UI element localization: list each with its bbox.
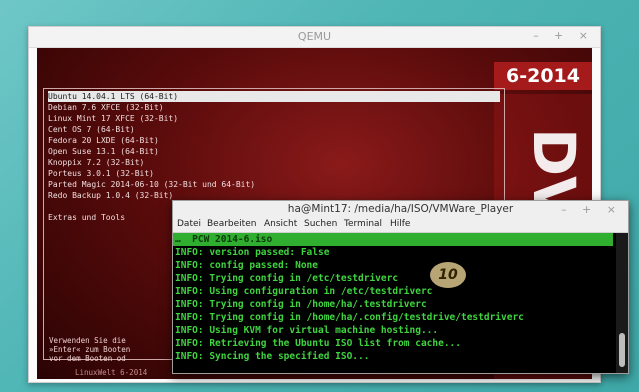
boot-item-debian[interactable]: Debian 7.6 XFCE (32-Bit): [48, 102, 164, 113]
menu-hilfe[interactable]: Hilfe: [390, 219, 410, 229]
edition-badge: 6-2014: [494, 62, 592, 90]
terminal-output[interactable]: … PCW 2014-6.iso INFO: version passed: F…: [173, 233, 613, 373]
qemu-window-controls[interactable]: – + ×: [533, 29, 594, 42]
terminal-line: INFO: Syncing the specified ISO...: [175, 351, 370, 362]
terminal-scroll-thumb[interactable]: [619, 333, 625, 367]
boot-item-ubuntu[interactable]: Ubuntu 14.04.1 LTS (64-Bit): [48, 91, 500, 102]
boot-item-opensuse[interactable]: Open Suse 13.1 (64-Bit): [48, 146, 159, 157]
version-10-badge: 10: [430, 262, 466, 288]
menu-bearbeiten[interactable]: Bearbeiten: [207, 219, 256, 229]
boot-item-porteus[interactable]: Porteus 3.0.1 (32-Bit): [48, 168, 154, 179]
qemu-title: QEMU: [297, 30, 332, 43]
qemu-titlebar[interactable]: QEMU – + ×: [29, 27, 600, 48]
terminal-line: INFO: version passed: False: [175, 247, 330, 258]
terminal-titlebar[interactable]: ha@Mint17: /media/ha/ISO/VMWare_Player –…: [173, 201, 628, 218]
terminal-line: INFO: Trying config in /home/ha/.testdri…: [175, 299, 427, 310]
boot-item-fedora[interactable]: Fedora 20 LXDE (64-Bit): [48, 135, 159, 146]
terminal-line: INFO: Trying config in /home/ha/.config/…: [175, 312, 524, 323]
terminal-line: INFO: Retrieving the Ubuntu ISO list fro…: [175, 338, 461, 349]
terminal-window: ha@Mint17: /media/ha/ISO/VMWare_Player –…: [172, 200, 629, 374]
boot-item-mint[interactable]: Linux Mint 17 XFCE (32-Bit): [48, 113, 178, 124]
terminal-line: INFO: config passed: None: [175, 260, 318, 271]
terminal-line: INFO: Using configuration in /etc/testdr…: [175, 286, 433, 297]
menu-suchen[interactable]: Suchen: [304, 219, 337, 229]
boot-item-knoppix[interactable]: Knoppix 7.2 (32-Bit): [48, 157, 144, 168]
boot-item-redo-backup[interactable]: Redo Backup 1.0.4 (32-Bit): [48, 190, 173, 201]
terminal-scrollbar[interactable]: [616, 233, 628, 373]
boot-footer: LinuxWelt 6-2014: [75, 368, 148, 377]
menu-datei[interactable]: Datei: [177, 219, 201, 229]
boot-help-text: Verwenden Sie die »Enter« zum Booten vor…: [49, 336, 131, 363]
menu-terminal[interactable]: Terminal: [344, 219, 382, 229]
terminal-highlight-line: … PCW 2014-6.iso: [173, 233, 613, 246]
terminal-menubar: Datei Bearbeiten Ansicht Suchen Terminal…: [173, 218, 628, 233]
boot-item-centos[interactable]: Cent OS 7 (64-Bit): [48, 124, 135, 135]
menu-ansicht[interactable]: Ansicht: [264, 219, 297, 229]
boot-item-extras[interactable]: Extras und Tools: [48, 212, 125, 223]
terminal-line: INFO: Using KVM for virtual machine host…: [175, 325, 439, 336]
terminal-window-controls[interactable]: – + ×: [561, 203, 622, 216]
terminal-title: ha@Mint17: /media/ha/ISO/VMWare_Player: [287, 203, 514, 215]
boot-item-parted-magic[interactable]: Parted Magic 2014-06-10 (32-Bit und 64-B…: [48, 179, 255, 190]
terminal-line: INFO: Trying config in /etc/testdriverc: [175, 273, 399, 284]
